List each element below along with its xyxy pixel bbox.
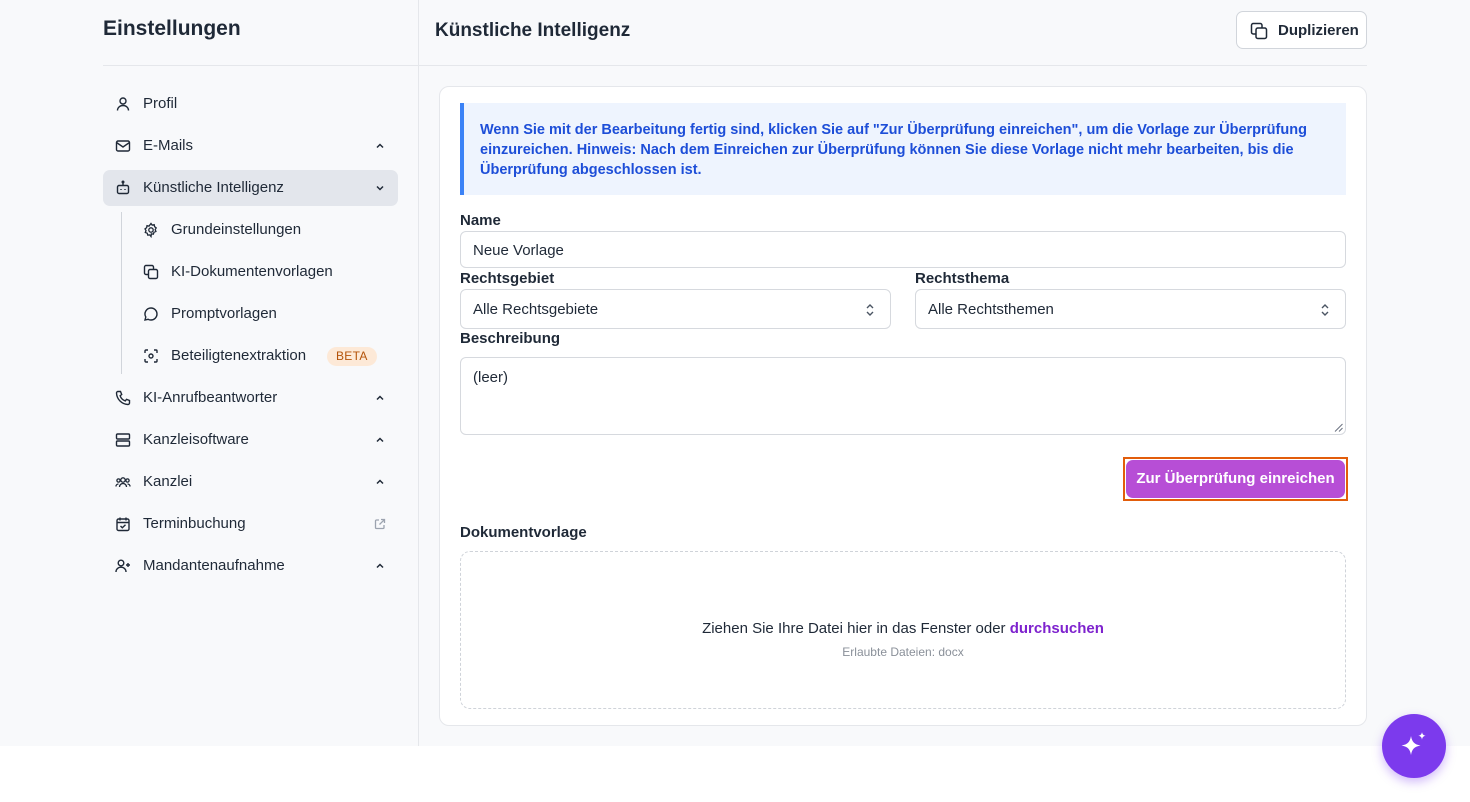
beta-badge: BETA bbox=[327, 347, 377, 366]
user-icon bbox=[115, 96, 131, 112]
sidebar-subitem-promptvorlagen[interactable]: Promptvorlagen bbox=[131, 296, 398, 332]
beschreibung-label: Beschreibung bbox=[460, 330, 561, 347]
settings-page: Einstellungen Profil E-Mails Künstliche … bbox=[0, 0, 1470, 746]
calendar-check-icon bbox=[115, 516, 131, 532]
sidebar-item-label: Kanzleisoftware bbox=[143, 431, 249, 448]
sidebar-item-kanzleisoftware[interactable]: Kanzleisoftware bbox=[103, 422, 398, 458]
user-plus-icon bbox=[115, 558, 131, 574]
sidebar-item-label: Terminbuchung bbox=[143, 515, 246, 532]
duplicate-button-label: Duplizieren bbox=[1278, 22, 1359, 39]
sidebar-item-kuenstliche-intelligenz[interactable]: Künstliche Intelligenz bbox=[103, 170, 398, 206]
sidebar-item-mandantenaufnahme[interactable]: Mandantenaufnahme bbox=[103, 548, 398, 584]
browse-link[interactable]: durchsuchen bbox=[1010, 620, 1104, 637]
sidebar-subitem-label: KI-Dokumentenvorlagen bbox=[171, 263, 333, 280]
sidebar-divider bbox=[103, 65, 419, 66]
sidebar-subitem-ki-dokumentenvorlagen[interactable]: KI-Dokumentenvorlagen bbox=[131, 254, 398, 290]
allowed-files-hint: Erlaubte Dateien: docx bbox=[842, 645, 964, 659]
chat-bubble-icon bbox=[143, 306, 159, 322]
sidebar-item-label: Profil bbox=[143, 95, 178, 112]
chevron-up-icon[interactable] bbox=[374, 140, 386, 152]
sidebar-item-emails[interactable]: E-Mails bbox=[103, 128, 398, 164]
page-title: Künstliche Intelligenz bbox=[435, 20, 631, 41]
dokumentvorlage-label: Dokumentvorlage bbox=[460, 524, 587, 541]
dropzone-instruction: Ziehen Sie Ihre Datei hier in das Fenste… bbox=[702, 620, 1010, 637]
info-alert: Wenn Sie mit der Bearbeitung fertig sind… bbox=[460, 103, 1346, 195]
gear-icon bbox=[143, 222, 159, 238]
rechtsthema-value: Alle Rechtsthemen bbox=[928, 301, 1054, 318]
chevron-up-icon[interactable] bbox=[374, 476, 386, 488]
sidebar-item-ki-anrufbeantworter[interactable]: KI-Anrufbeantworter bbox=[103, 380, 398, 416]
chevron-up-down-icon bbox=[864, 302, 876, 318]
phone-icon bbox=[115, 390, 131, 406]
chevron-up-icon[interactable] bbox=[374, 434, 386, 446]
name-label: Name bbox=[460, 212, 501, 229]
sidebar-subitem-grundeinstellungen[interactable]: Grundeinstellungen bbox=[131, 212, 398, 248]
rechtsthema-label: Rechtsthema bbox=[915, 270, 1010, 287]
sidebar-item-label: E-Mails bbox=[143, 137, 194, 154]
duplicate-button[interactable]: Duplizieren bbox=[1236, 11, 1367, 49]
bot-icon bbox=[115, 180, 131, 196]
resize-handle-icon[interactable] bbox=[1334, 423, 1343, 432]
chevron-down-icon[interactable] bbox=[374, 182, 386, 194]
copy-icon bbox=[143, 264, 159, 280]
vertical-divider bbox=[418, 0, 419, 746]
mail-icon bbox=[115, 138, 131, 154]
ai-assistant-button[interactable] bbox=[1382, 714, 1446, 778]
sidebar-subitem-label: Grundeinstellungen bbox=[171, 221, 302, 238]
sidebar-subitem-label: Beteiligtenextraktion bbox=[171, 347, 307, 364]
dropzone-text: Ziehen Sie Ihre Datei hier in das Fenste… bbox=[460, 620, 1346, 637]
sidebar-item-label: Künstliche Intelligenz bbox=[143, 179, 284, 196]
sidebar-title: Einstellungen bbox=[103, 17, 241, 40]
submenu-line bbox=[121, 212, 122, 374]
chevron-up-down-icon bbox=[1319, 302, 1331, 318]
copy-icon bbox=[1250, 22, 1268, 40]
beschreibung-value: (leer) bbox=[473, 369, 509, 386]
rechtsgebiet-select[interactable]: Alle Rechtsgebiete bbox=[460, 289, 891, 329]
chevron-up-icon[interactable] bbox=[374, 392, 386, 404]
name-input[interactable]: Neue Vorlage bbox=[460, 231, 1346, 268]
sparkles-icon bbox=[1396, 728, 1432, 764]
sidebar-item-label: Mandantenaufnahme bbox=[143, 557, 285, 574]
server-icon bbox=[115, 432, 131, 448]
sidebar-item-kanzlei[interactable]: Kanzlei bbox=[103, 464, 398, 500]
beschreibung-textarea[interactable]: (leer) bbox=[460, 357, 1346, 435]
sidebar-item-terminbuchung[interactable]: Terminbuchung bbox=[103, 506, 398, 542]
sidebar-item-label: KI-Anrufbeantworter bbox=[143, 389, 278, 406]
chevron-up-icon[interactable] bbox=[374, 560, 386, 572]
users-icon bbox=[115, 474, 131, 490]
header-divider bbox=[419, 65, 1367, 66]
sidebar-item-label: Kanzlei bbox=[143, 473, 193, 490]
rechtsgebiet-value: Alle Rechtsgebiete bbox=[473, 301, 599, 318]
external-link-icon[interactable] bbox=[374, 518, 386, 530]
rechtsthema-select[interactable]: Alle Rechtsthemen bbox=[915, 289, 1346, 329]
info-hint: Hinweis: bbox=[576, 142, 637, 158]
scan-icon bbox=[143, 348, 159, 364]
submit-for-review-button[interactable]: Zur Überprüfung einreichen bbox=[1126, 460, 1345, 498]
sidebar-subitem-label: Promptvorlagen bbox=[171, 305, 277, 322]
sidebar-item-profil[interactable]: Profil bbox=[103, 86, 398, 122]
rechtsgebiet-label: Rechtsgebiet bbox=[460, 270, 555, 287]
